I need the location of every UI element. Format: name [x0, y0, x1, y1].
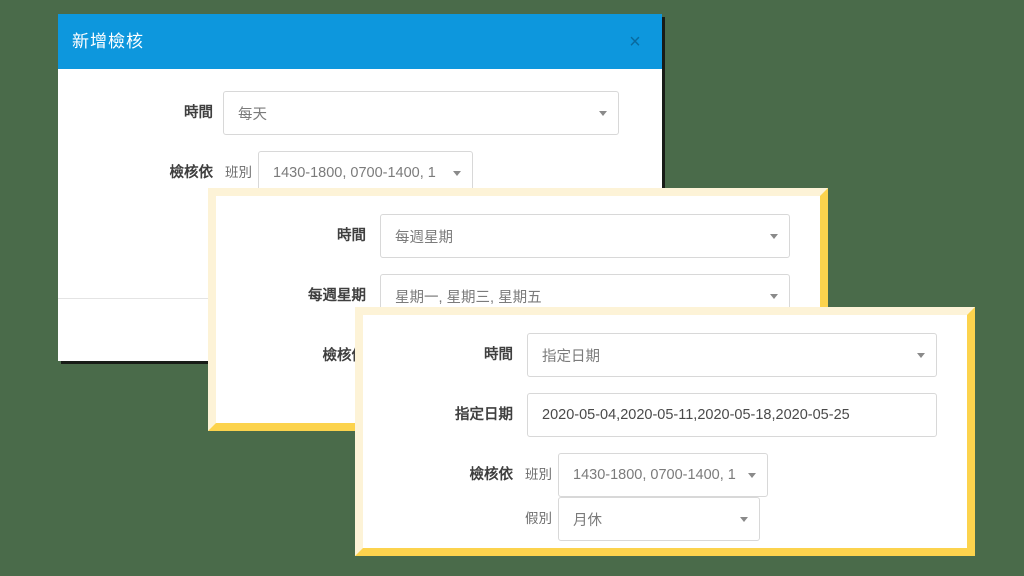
chevron-down-icon: [748, 473, 756, 478]
chevron-down-icon: [917, 353, 925, 358]
time-select-value: 每天: [238, 106, 267, 123]
sublabel-shift: 班別: [525, 467, 552, 482]
label-weekday: 每週星期: [308, 288, 366, 304]
label-specified-dates: 指定日期: [455, 407, 513, 423]
holiday-select-value: 月休: [573, 512, 602, 529]
dates-variant-panel: 時間 指定日期 指定日期 2020-05-04,2020-05-11,2020-…: [355, 307, 975, 556]
chevron-down-icon: [453, 171, 461, 176]
label-time: 時間: [337, 228, 366, 244]
form-row-time: 時間 指定日期: [363, 333, 967, 377]
time-select-value: 每週星期: [395, 229, 453, 246]
dates-variant-body: 時間 指定日期 指定日期 2020-05-04,2020-05-11,2020-…: [363, 315, 967, 548]
label-time: 時間: [184, 105, 213, 121]
shift-select-value: 1430-1800, 0700-1400, 1: [273, 165, 436, 181]
time-select[interactable]: 指定日期: [527, 333, 937, 377]
chevron-down-icon: [770, 234, 778, 239]
form-row-specified-dates: 指定日期 2020-05-04,2020-05-11,2020-05-18,20…: [363, 393, 967, 437]
check-by-group: 班別 1430-1800, 0700-1400, 1 假別 月休: [513, 453, 768, 541]
close-icon[interactable]: ×: [624, 32, 646, 52]
form-row-holiday: 假別 月休: [513, 497, 768, 541]
specified-dates-value: 2020-05-04,2020-05-11,2020-05-18,2020-05…: [542, 407, 850, 423]
chevron-down-icon: [770, 294, 778, 299]
holiday-select[interactable]: 月休: [558, 497, 760, 541]
form-row-time: 時間 每天: [58, 91, 662, 135]
form-row-check-by: 檢核依 班別 1430-1800, 0700-1400, 1 假別 月休: [363, 453, 967, 541]
shift-select-value: 1430-1800, 0700-1400, 1: [573, 467, 736, 483]
label-time: 時間: [484, 347, 513, 363]
weekday-select-value: 星期一, 星期三, 星期五: [395, 289, 542, 306]
time-select[interactable]: 每週星期: [380, 214, 790, 258]
form-row-shift: 班別 1430-1800, 0700-1400, 1: [513, 453, 768, 497]
shift-select[interactable]: 1430-1800, 0700-1400, 1: [558, 453, 768, 497]
chevron-down-icon: [740, 517, 748, 522]
dialog-title: 新增檢核: [72, 32, 144, 51]
time-select[interactable]: 每天: [223, 91, 619, 135]
label-check-by: 檢核依: [322, 348, 367, 364]
label-check-by: 檢核依: [169, 165, 214, 181]
form-row-time: 時間 每週星期: [216, 214, 820, 258]
chevron-down-icon: [599, 111, 607, 116]
specified-dates-input[interactable]: 2020-05-04,2020-05-11,2020-05-18,2020-05…: [527, 393, 937, 437]
label-check-by: 檢核依: [469, 467, 514, 483]
time-select-value: 指定日期: [542, 348, 600, 365]
dialog-header: 新增檢核 ×: [58, 14, 662, 69]
sublabel-holiday: 假別: [525, 511, 552, 526]
